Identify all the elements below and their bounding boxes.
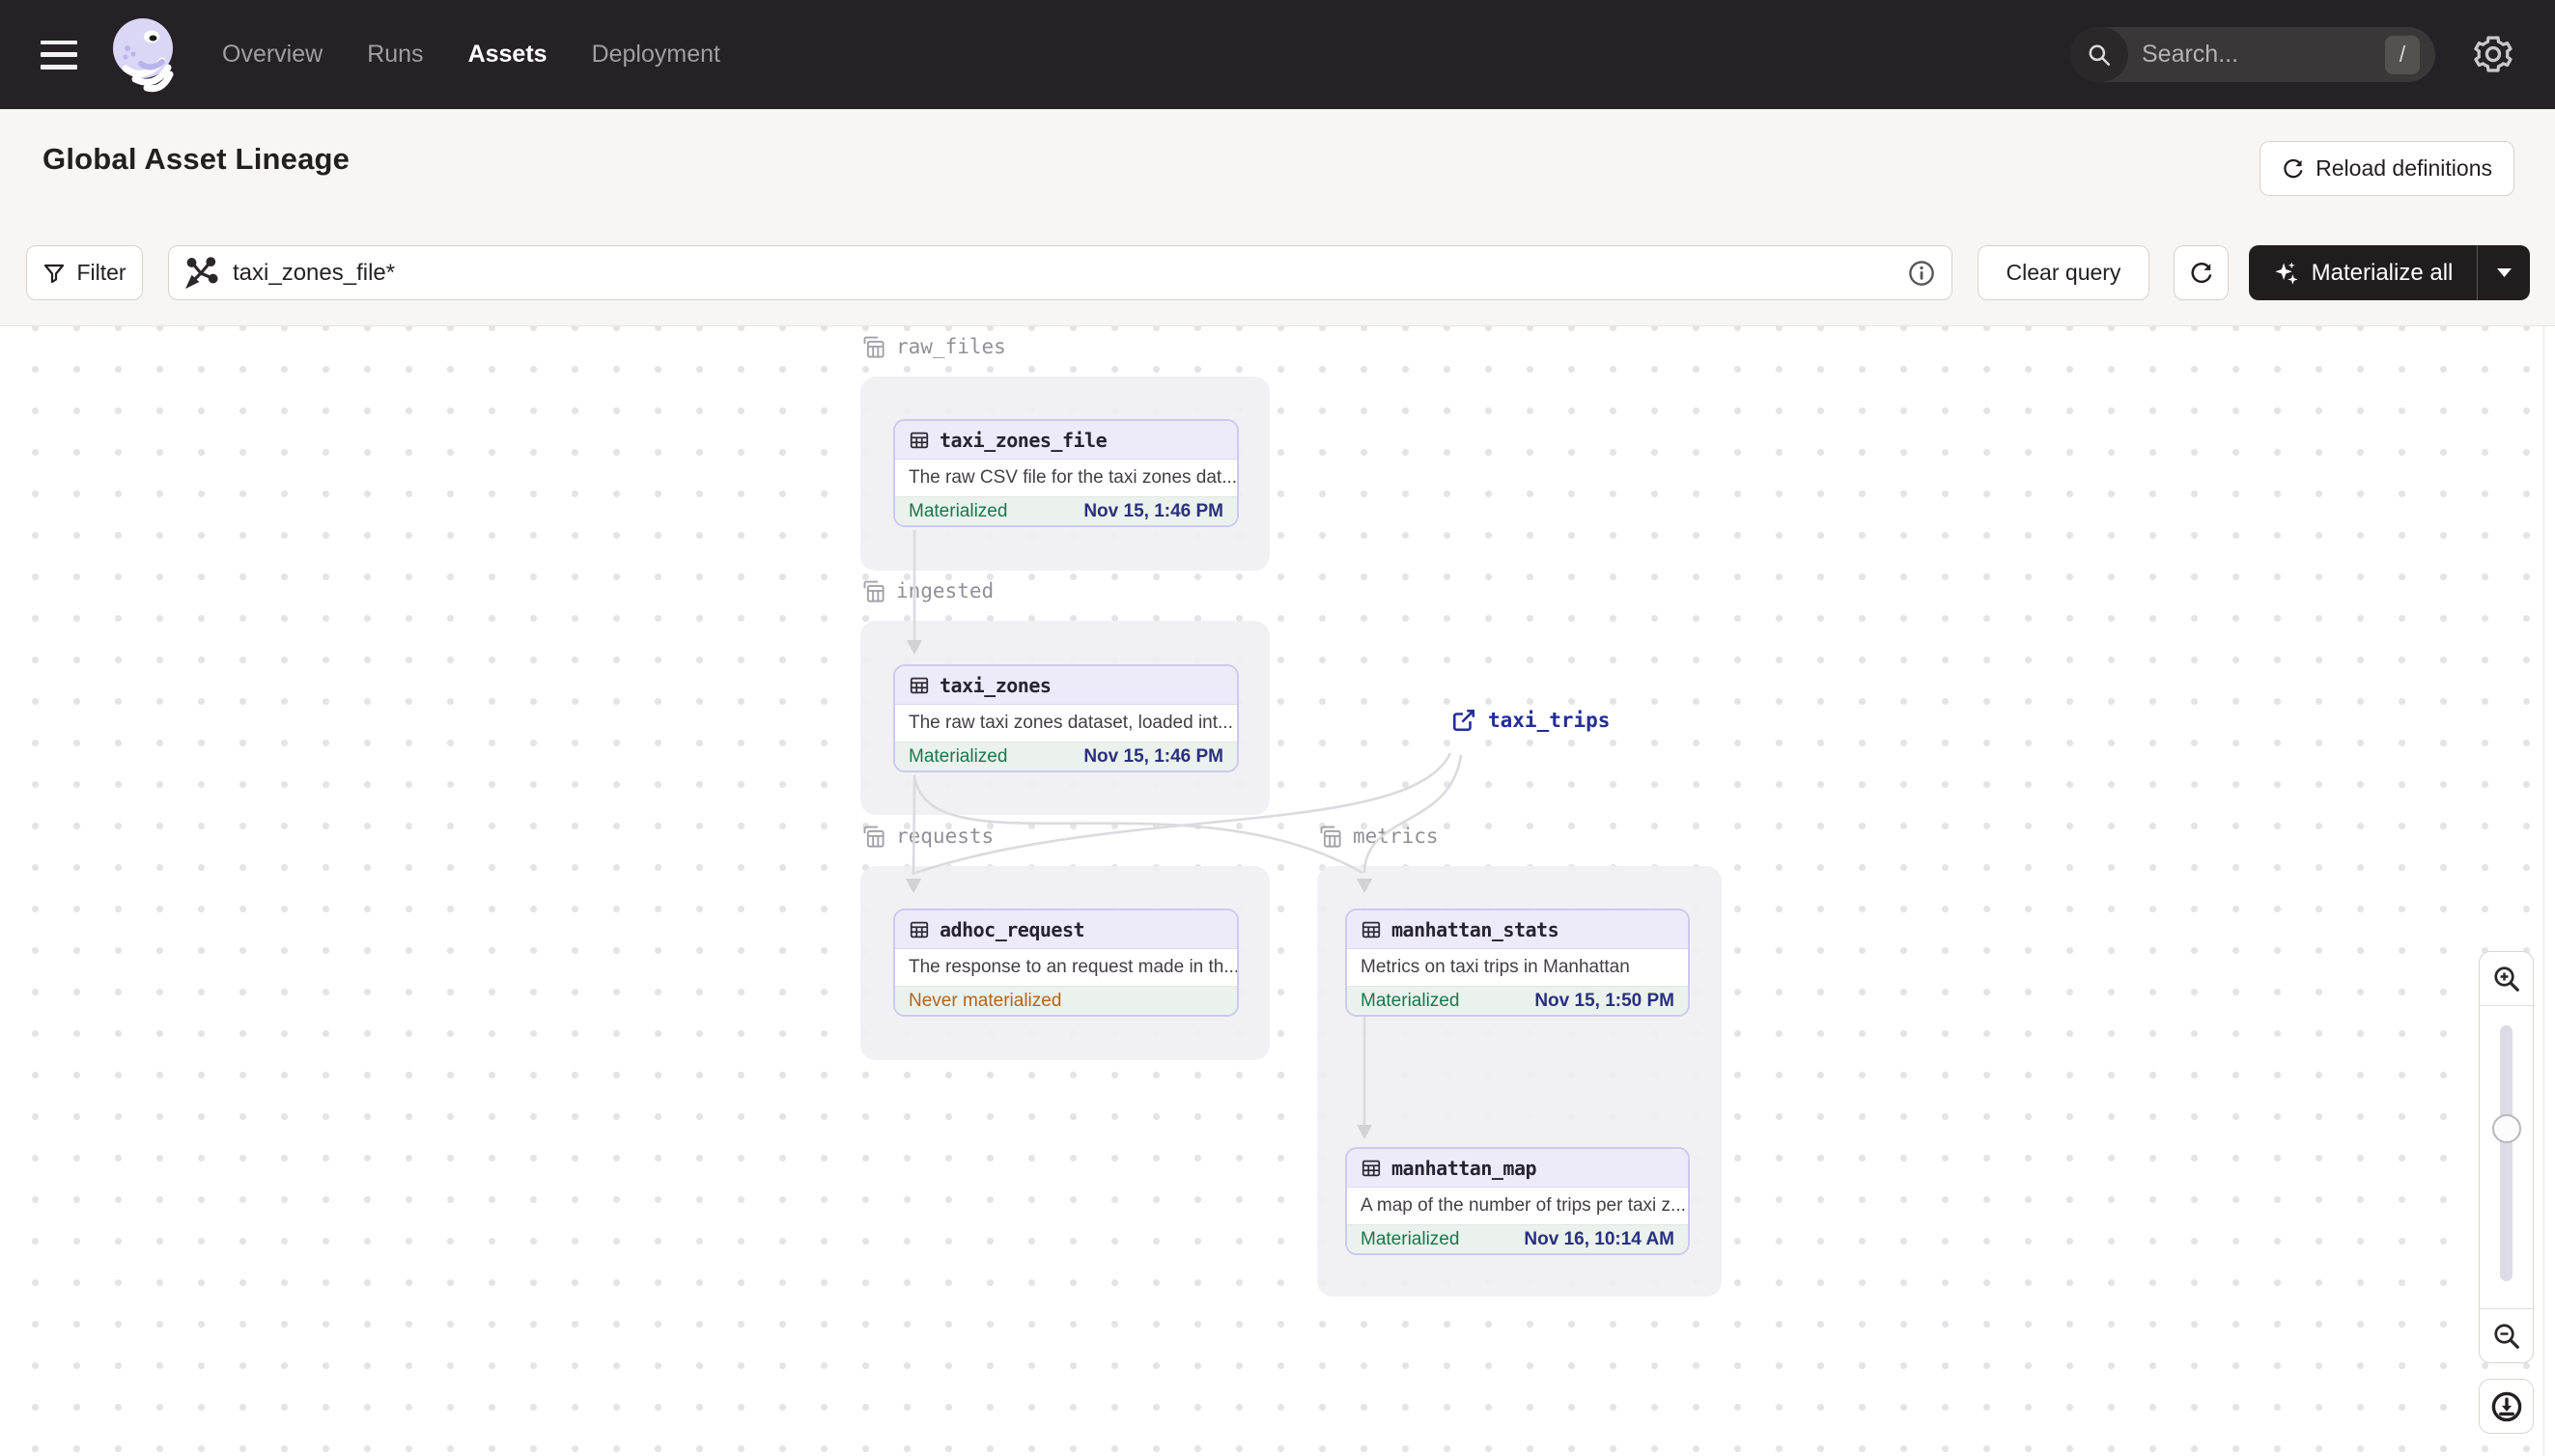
asset-status-footer: Materialized Nov 15, 1:46 PM bbox=[895, 742, 1237, 770]
search-input[interactable]: Search... / bbox=[2070, 27, 2435, 82]
download-image-button[interactable] bbox=[2479, 1379, 2534, 1434]
download-icon bbox=[2491, 1391, 2521, 1421]
status-badge: Materialized bbox=[909, 745, 1008, 767]
asset-node-adhoc_request[interactable]: adhoc_request The response to an request… bbox=[893, 909, 1239, 1017]
asset-group-label: metrics bbox=[1317, 822, 1439, 851]
clear-query-button[interactable]: Clear query bbox=[1978, 245, 2149, 300]
zoom-out-icon bbox=[2493, 1323, 2519, 1349]
nav-item-overview[interactable]: Overview bbox=[222, 41, 323, 69]
materialization-timestamp: Nov 15, 1:50 PM bbox=[1534, 990, 1674, 1011]
asset-node-header: adhoc_request bbox=[895, 910, 1237, 949]
asset-description: A map of the number of trips per taxi z.… bbox=[1361, 1195, 1686, 1216]
sparkle-icon bbox=[2274, 261, 2298, 285]
zoom-out-button[interactable] bbox=[2480, 1308, 2533, 1362]
table-icon bbox=[910, 921, 929, 938]
group-layers-icon bbox=[1320, 826, 1341, 848]
refresh-icon bbox=[2190, 262, 2211, 283]
nav-item-runs[interactable]: Runs bbox=[367, 41, 423, 69]
zoom-in-icon bbox=[2493, 966, 2519, 992]
dagster-logo-icon[interactable] bbox=[106, 15, 182, 95]
filter-funnel-icon bbox=[44, 264, 65, 283]
external-asset-taxi_trips[interactable]: taxi_trips bbox=[1451, 708, 1610, 733]
asset-name: manhattan_stats bbox=[1391, 917, 1559, 941]
page-title: Global Asset Lineage bbox=[42, 142, 351, 176]
materialization-timestamp: Nov 15, 1:46 PM bbox=[1083, 745, 1223, 767]
asset-node-manhattan_stats[interactable]: manhattan_stats Metrics on taxi trips in… bbox=[1345, 909, 1690, 1017]
materialize-all-main[interactable]: Materialize all bbox=[2249, 260, 2477, 287]
navbar-right: Search... / bbox=[2070, 27, 2514, 82]
nav-item-assets[interactable]: Assets bbox=[468, 41, 548, 69]
settings-gear-icon[interactable] bbox=[2472, 34, 2514, 76]
asset-status-footer: Materialized Nov 15, 1:50 PM bbox=[1347, 986, 1688, 1015]
asset-description: Metrics on taxi trips in Manhattan bbox=[1361, 957, 1630, 977]
status-badge: Materialized bbox=[909, 500, 1008, 521]
search-placeholder: Search... bbox=[2142, 41, 2239, 68]
asset-name: taxi_zones_file bbox=[940, 428, 1108, 452]
primary-nav: Overview Runs Assets Deployment bbox=[222, 41, 720, 69]
chevron-down-icon bbox=[2496, 268, 2512, 277]
search-icon bbox=[2070, 27, 2128, 82]
zoom-in-button[interactable] bbox=[2480, 952, 2533, 1006]
query-value: taxi_zones_file* bbox=[233, 259, 396, 286]
asset-status-footer: Materialized Nov 15, 1:46 PM bbox=[895, 496, 1237, 525]
materialization-timestamp: Nov 15, 1:46 PM bbox=[1083, 500, 1223, 521]
external-link-icon bbox=[1452, 709, 1475, 732]
asset-status-footer: Materialized Nov 16, 10:14 AM bbox=[1347, 1224, 1688, 1253]
materialize-dropdown-button[interactable] bbox=[2478, 268, 2530, 277]
filter-button[interactable]: Filter bbox=[26, 245, 143, 300]
refresh-graph-button[interactable] bbox=[2174, 245, 2229, 300]
group-layers-icon bbox=[863, 580, 884, 602]
app-window: Overview Runs Assets Deployment Search..… bbox=[0, 0, 2555, 1456]
asset-description: The raw CSV file for the taxi zones dat.… bbox=[909, 467, 1237, 488]
group-layers-icon bbox=[863, 336, 884, 358]
asset-node-header: manhattan_stats bbox=[1347, 910, 1688, 949]
asset-description: The response to an request made in th... bbox=[909, 957, 1237, 977]
asset-node-manhattan_map[interactable]: manhattan_map A map of the number of tri… bbox=[1345, 1147, 1690, 1255]
hamburger-menu-icon[interactable] bbox=[41, 40, 79, 70]
canvas-right-border bbox=[2543, 326, 2544, 1456]
search-shortcut-badge: / bbox=[2385, 35, 2420, 74]
asset-name: taxi_zones bbox=[940, 673, 1052, 697]
asset-selection-icon bbox=[185, 256, 218, 289]
table-icon bbox=[1362, 921, 1381, 938]
zoom-control-panel bbox=[2479, 951, 2534, 1363]
table-icon bbox=[910, 677, 929, 693]
asset-name: adhoc_request bbox=[940, 917, 1085, 941]
asset-group-label: ingested bbox=[860, 576, 994, 605]
info-icon[interactable] bbox=[1907, 259, 1936, 288]
table-icon bbox=[1362, 1160, 1381, 1176]
lineage-graph-canvas[interactable] bbox=[0, 326, 2543, 1456]
top-navbar: Overview Runs Assets Deployment Search..… bbox=[0, 0, 2555, 109]
status-badge: Materialized bbox=[1361, 990, 1460, 1011]
asset-name: manhattan_map bbox=[1391, 1156, 1537, 1180]
refresh-icon bbox=[2284, 158, 2303, 178]
asset-group-label: raw_files bbox=[860, 332, 1006, 361]
table-icon bbox=[910, 432, 929, 448]
status-badge: Materialized bbox=[1361, 1228, 1460, 1249]
asset-status-footer: Never materialized bbox=[895, 986, 1237, 1015]
materialization-timestamp: Nov 16, 10:14 AM bbox=[1524, 1228, 1674, 1249]
asset-description: The raw taxi zones dataset, loaded int..… bbox=[909, 713, 1233, 733]
zoom-slider-track[interactable] bbox=[2500, 1025, 2513, 1281]
reload-definitions-button[interactable]: Reload definitions bbox=[2260, 141, 2514, 196]
status-badge: Never materialized bbox=[909, 990, 1062, 1011]
materialize-all-button[interactable]: Materialize all bbox=[2249, 245, 2530, 300]
group-layers-icon bbox=[863, 826, 884, 848]
asset-node-header: taxi_zones bbox=[895, 666, 1237, 705]
asset-group-label: requests bbox=[860, 822, 994, 851]
asset-node-header: taxi_zones_file bbox=[895, 421, 1237, 460]
asset-selection-input[interactable]: taxi_zones_file* bbox=[168, 245, 1952, 300]
asset-node-taxi_zones[interactable]: taxi_zones The raw taxi zones dataset, l… bbox=[893, 664, 1239, 772]
asset-node-taxi_zones_file[interactable]: taxi_zones_file The raw CSV file for the… bbox=[893, 419, 1239, 527]
external-asset-name: taxi_trips bbox=[1488, 709, 1611, 732]
asset-node-header: manhattan_map bbox=[1347, 1149, 1688, 1188]
zoom-slider-thumb[interactable] bbox=[2492, 1114, 2521, 1143]
nav-item-deployment[interactable]: Deployment bbox=[592, 41, 720, 69]
